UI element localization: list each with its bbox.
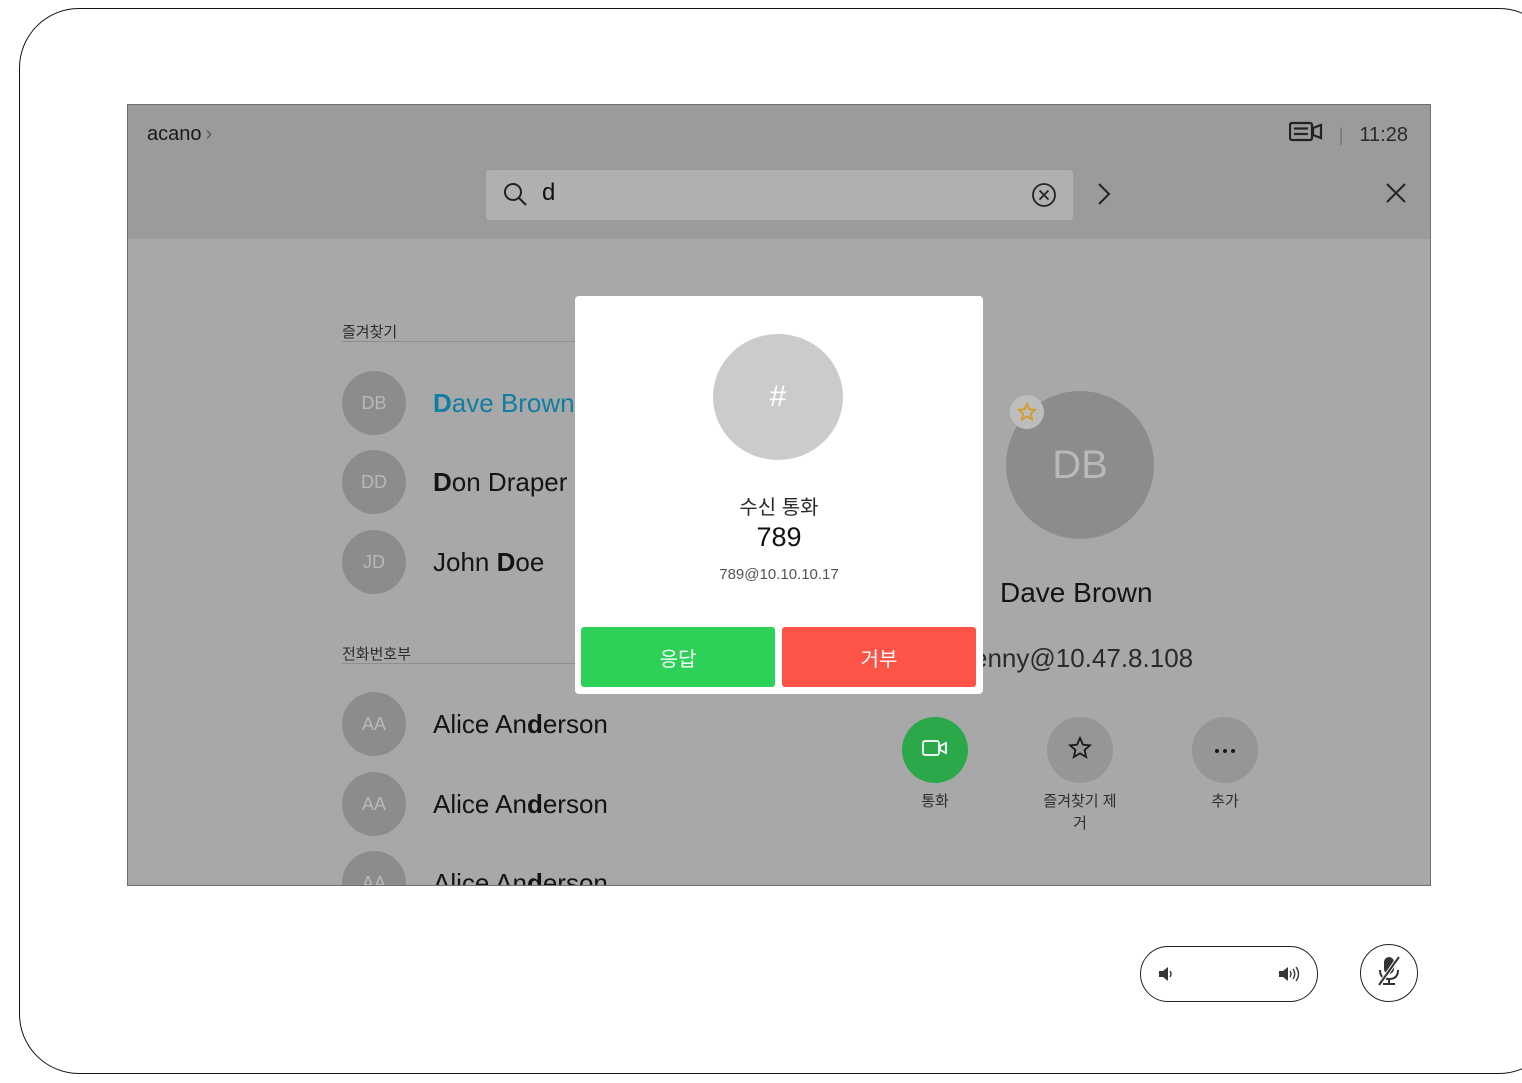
caller-address: 789@10.10.10.17 [719, 566, 839, 583]
incoming-call-dialog: # 수신 통화 789 789@10.10.10.17 응답 거부 [575, 296, 983, 694]
contact-name: Alice Anderson [433, 867, 608, 886]
chevron-right-icon[interactable] [1096, 179, 1112, 214]
home-breadcrumb[interactable]: acano › [147, 123, 212, 146]
microphone-muted-icon [1374, 954, 1404, 993]
more-button[interactable] [1192, 717, 1258, 783]
contact-name: Don Draper [433, 466, 568, 497]
top-bar: acano › | 11:28 d [128, 105, 1430, 239]
more-icon [1213, 741, 1237, 759]
incoming-call-title: 수신 통화 [739, 497, 819, 519]
contact-name: Dave Brown [433, 387, 575, 418]
volume-control[interactable] [1140, 946, 1318, 1002]
decline-button[interactable]: 거부 [782, 627, 976, 687]
directory-item[interactable]: AA Alice Anderson [342, 772, 608, 836]
volume-up-icon[interactable] [1277, 964, 1303, 989]
avatar: AA [342, 772, 406, 836]
layout-icon[interactable] [1288, 121, 1323, 149]
avatar: AA [342, 851, 406, 885]
directory-heading: 전화번호부 [342, 646, 412, 663]
avatar: JD [342, 530, 406, 594]
caller-avatar: # [713, 334, 843, 460]
favorite-item-dave-brown[interactable]: DB Dave Brown [342, 371, 575, 435]
remove-favorite-button[interactable] [1047, 717, 1113, 783]
avatar: DD [342, 450, 406, 514]
caller-number: 789 [756, 522, 802, 552]
separator: | [1338, 124, 1344, 145]
chevron-right-icon: › [205, 123, 213, 145]
favorites-heading: 즐겨찾기 [342, 324, 398, 341]
search-input[interactable]: d [542, 179, 555, 207]
favorite-item-john-doe[interactable]: JD John Doe [342, 530, 544, 594]
avatar: DB [342, 371, 406, 435]
more-label: 추가 [1211, 793, 1239, 810]
call-label: 통화 [921, 793, 949, 810]
mute-button[interactable] [1360, 944, 1418, 1002]
contact-address: enny@10.47.8.108 [973, 643, 1194, 673]
contact-name-large: Dave Brown [1000, 577, 1153, 608]
divider [342, 663, 582, 664]
clock: 11:28 [1359, 123, 1408, 146]
favorite-star-icon [1010, 395, 1044, 429]
star-icon [1067, 735, 1093, 765]
remove-favorite-label: 즐겨찾기 제 거 [1043, 793, 1117, 832]
directory-item[interactable]: AA Alice Anderson [342, 851, 608, 886]
favorite-item-don-draper[interactable]: DD Don Draper [342, 450, 567, 514]
video-call-icon [922, 739, 948, 762]
divider [342, 341, 582, 342]
brand-label: acano [147, 123, 202, 145]
clear-icon[interactable] [1031, 182, 1057, 213]
close-icon[interactable] [1384, 181, 1408, 210]
call-button[interactable] [902, 717, 968, 783]
volume-down-icon[interactable] [1157, 964, 1175, 989]
directory-item[interactable]: AA Alice Anderson [342, 692, 608, 756]
search-field[interactable]: d [486, 170, 1073, 220]
contact-name: John Doe [433, 546, 545, 577]
status-area: | 11:28 [1288, 121, 1408, 149]
contact-name: Alice Anderson [433, 708, 608, 739]
answer-button[interactable]: 응답 [581, 627, 775, 687]
avatar: AA [342, 692, 406, 756]
contact-name: Alice Anderson [433, 788, 608, 819]
search-icon [502, 181, 528, 212]
